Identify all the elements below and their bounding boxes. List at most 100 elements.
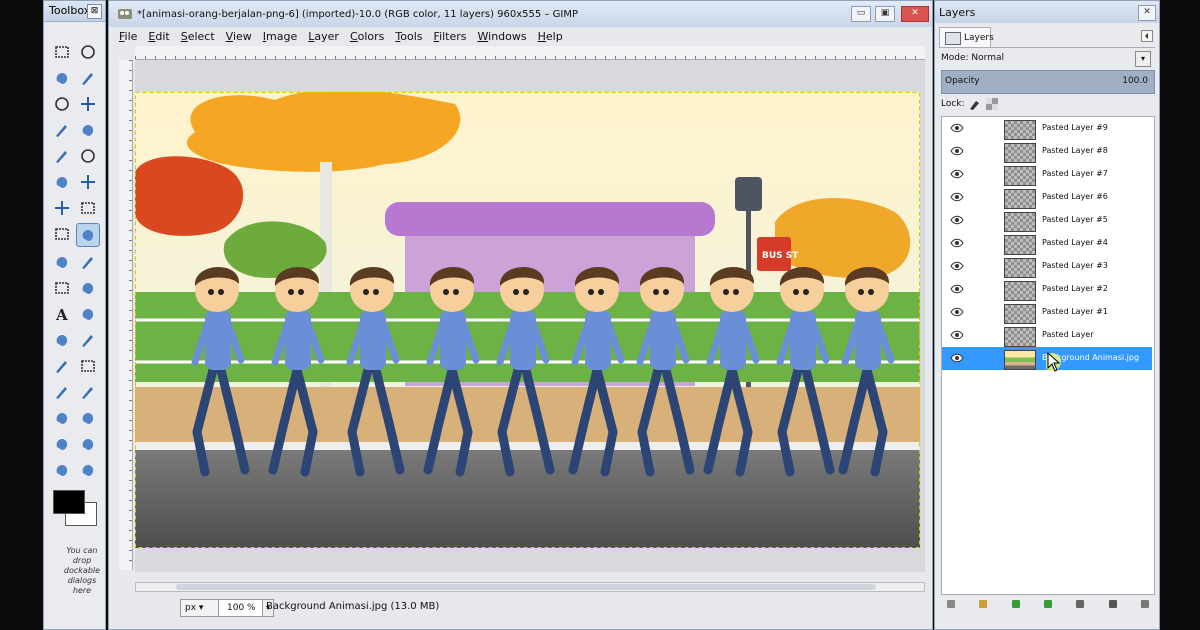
- shear-icon[interactable]: [51, 251, 73, 273]
- eye-visibility-icon[interactable]: [950, 238, 964, 248]
- horizontal-scrollbar[interactable]: [135, 582, 925, 592]
- eye-visibility-icon[interactable]: [950, 192, 964, 202]
- toolbox-titlebar[interactable]: Toolbox ⊠: [44, 1, 105, 22]
- menu-view[interactable]: View: [226, 30, 252, 46]
- eye-visibility-icon[interactable]: [950, 123, 964, 133]
- vertical-ruler[interactable]: [119, 60, 133, 570]
- eye-visibility-icon[interactable]: [950, 146, 964, 156]
- new-layer-group-icon[interactable]: [975, 597, 991, 611]
- eye-visibility-icon[interactable]: [950, 307, 964, 317]
- menu-edit[interactable]: Edit: [148, 30, 169, 46]
- layer-row[interactable]: Pasted Layer: [942, 324, 1152, 347]
- layer-name[interactable]: Pasted Layer #1: [1042, 307, 1108, 316]
- clone-icon[interactable]: [51, 407, 73, 429]
- flip-icon[interactable]: [51, 277, 73, 299]
- layer-row[interactable]: Pasted Layer #1: [942, 301, 1152, 324]
- bucket-fill-icon[interactable]: [51, 329, 73, 351]
- magic-wand-icon[interactable]: [77, 67, 99, 89]
- layer-name[interactable]: Pasted Layer #2: [1042, 284, 1108, 293]
- delete-layer-icon[interactable]: [1137, 597, 1153, 611]
- lock-pixels-icon[interactable]: [970, 101, 979, 110]
- image-canvas[interactable]: BUS ST: [135, 60, 925, 572]
- layer-name[interactable]: Pasted Layer: [1042, 330, 1094, 339]
- menu-filters[interactable]: Filters: [434, 30, 467, 46]
- move-icon[interactable]: [77, 171, 99, 193]
- ellipse-select-icon[interactable]: [77, 41, 99, 63]
- layer-name[interactable]: Pasted Layer #8: [1042, 146, 1108, 155]
- foreground-color[interactable]: [53, 490, 85, 514]
- eraser-icon[interactable]: [77, 355, 99, 377]
- lower-layer-icon[interactable]: [1040, 597, 1056, 611]
- layer-row[interactable]: Pasted Layer #8: [942, 140, 1152, 163]
- layer-mode-dropdown[interactable]: ▾: [1135, 51, 1151, 67]
- smudge-icon[interactable]: [51, 459, 73, 481]
- lasso-icon[interactable]: [51, 67, 73, 89]
- layers-close-button[interactable]: ✕: [1138, 5, 1156, 21]
- close-button[interactable]: ✕: [901, 6, 929, 22]
- zoom-icon[interactable]: [77, 145, 99, 167]
- layer-row[interactable]: Pasted Layer #7: [942, 163, 1152, 186]
- paintbrush-icon[interactable]: [51, 355, 73, 377]
- perspective-icon[interactable]: [77, 251, 99, 273]
- blur-icon[interactable]: [77, 433, 99, 455]
- color-picker-icon[interactable]: [51, 145, 73, 167]
- layer-row[interactable]: Pasted Layer #3: [942, 255, 1152, 278]
- raise-layer-icon[interactable]: [1008, 597, 1024, 611]
- rect-select-icon[interactable]: [51, 41, 73, 63]
- layer-row[interactable]: Pasted Layer #2: [942, 278, 1152, 301]
- new-layer-icon[interactable]: [943, 597, 959, 611]
- layer-name[interactable]: Pasted Layer #5: [1042, 215, 1108, 224]
- smudge-hand-icon[interactable]: [77, 303, 99, 325]
- unit-selector[interactable]: px ▾: [180, 599, 222, 617]
- eye-visibility-icon[interactable]: [950, 169, 964, 179]
- eye-visibility-icon[interactable]: [950, 261, 964, 271]
- align-icon[interactable]: [51, 197, 73, 219]
- measure-icon[interactable]: [51, 171, 73, 193]
- layers-titlebar[interactable]: Layers ✕: [935, 1, 1159, 23]
- text-icon[interactable]: A: [51, 303, 73, 325]
- layer-mode-label[interactable]: Mode: Normal: [941, 53, 1004, 63]
- anchor-layer-icon[interactable]: [1105, 597, 1121, 611]
- fg-bg-color-swatch[interactable]: [53, 490, 99, 528]
- menu-tools[interactable]: Tools: [395, 30, 422, 46]
- menu-file[interactable]: File: [119, 30, 137, 46]
- eye-visibility-icon[interactable]: [950, 353, 964, 363]
- menu-help[interactable]: Help: [538, 30, 563, 46]
- layer-name[interactable]: Pasted Layer #6: [1042, 192, 1108, 201]
- menu-windows[interactable]: Windows: [478, 30, 527, 46]
- dodge-burn-icon[interactable]: [77, 459, 99, 481]
- cage-icon[interactable]: [77, 277, 99, 299]
- pencil-icon[interactable]: [77, 329, 99, 351]
- scale-icon[interactable]: [76, 223, 100, 247]
- airbrush-icon[interactable]: [51, 381, 73, 403]
- foreground-select-icon[interactable]: [51, 119, 73, 141]
- rotate-icon[interactable]: [51, 223, 73, 245]
- dock-menu-icon[interactable]: [1141, 30, 1153, 42]
- layer-name[interactable]: Pasted Layer #3: [1042, 261, 1108, 270]
- layer-name[interactable]: Pasted Layer #7: [1042, 169, 1108, 178]
- layer-row[interactable]: Pasted Layer #6: [942, 186, 1152, 209]
- tab-layers[interactable]: Layers: [939, 27, 994, 47]
- paths-icon[interactable]: [77, 119, 99, 141]
- perspective-clone-icon[interactable]: [51, 433, 73, 455]
- eye-visibility-icon[interactable]: [950, 330, 964, 340]
- scrollbar-thumb[interactable]: [176, 584, 876, 590]
- horizontal-ruler[interactable]: [135, 46, 925, 60]
- eye-visibility-icon[interactable]: [950, 284, 964, 294]
- maximize-button[interactable]: ▣: [875, 6, 895, 22]
- menu-layer[interactable]: Layer: [308, 30, 339, 46]
- layer-name[interactable]: Pasted Layer #4: [1042, 238, 1108, 247]
- layer-row[interactable]: Pasted Layer #9: [942, 117, 1152, 140]
- layer-row[interactable]: Pasted Layer #5: [942, 209, 1152, 232]
- toolbox-close-icon[interactable]: ⊠: [87, 4, 102, 19]
- layer-name[interactable]: Pasted Layer #9: [1042, 123, 1108, 132]
- menu-select[interactable]: Select: [181, 30, 215, 46]
- menu-colors[interactable]: Colors: [350, 30, 384, 46]
- scissors-icon[interactable]: [77, 93, 99, 115]
- opacity-slider[interactable]: Opacity 100.0: [941, 70, 1155, 94]
- lock-alpha-icon[interactable]: [986, 98, 998, 110]
- select-by-color-icon[interactable]: [51, 93, 73, 115]
- crop-icon[interactable]: [77, 197, 99, 219]
- heal-icon[interactable]: [77, 407, 99, 429]
- duplicate-layer-icon[interactable]: [1072, 597, 1088, 611]
